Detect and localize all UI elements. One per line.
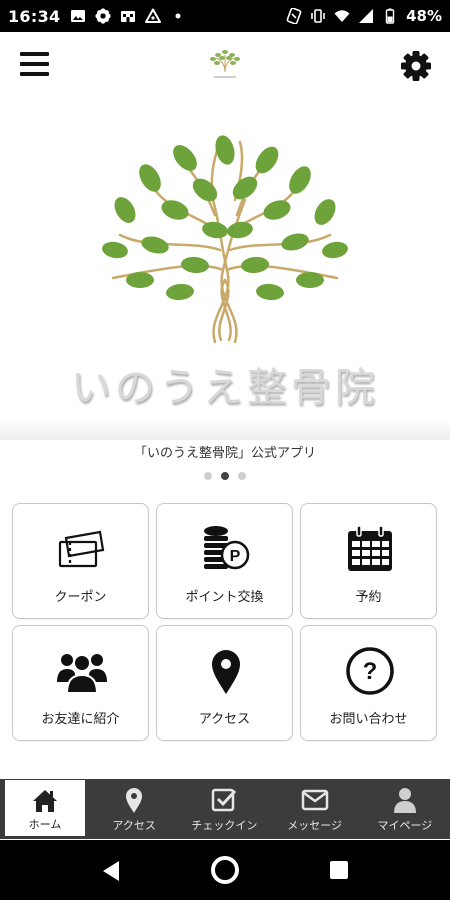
point-exchange-button[interactable]: P ポイント交換	[156, 503, 293, 619]
svg-text:?: ?	[363, 658, 378, 685]
svg-text:P: P	[230, 548, 241, 565]
gear-icon[interactable]	[400, 50, 432, 82]
app-subtitle: 「いのうえ整骨院」公式アプリ	[133, 446, 316, 461]
signal-icon	[359, 9, 374, 23]
nav-label: ホーム	[28, 818, 62, 831]
recent-apps-icon[interactable]	[330, 861, 348, 879]
nav-label: チェックイン	[191, 819, 258, 832]
access-button[interactable]: アクセス	[156, 625, 293, 741]
hero-banner: いのうえ整骨院	[0, 100, 450, 440]
back-icon[interactable]	[101, 860, 121, 882]
tile-label: アクセス	[198, 712, 251, 727]
carousel-indicator	[0, 472, 450, 480]
triangle-alert-icon	[145, 8, 162, 23]
system-nav-bar	[0, 840, 450, 900]
nav-checkin[interactable]: チェックイン	[179, 779, 269, 839]
coins-icon: P	[204, 526, 250, 570]
tile-label: ポイント交換	[185, 590, 264, 605]
flower-icon	[95, 8, 112, 24]
nav-message[interactable]: メッセージ	[270, 779, 360, 839]
status-time: 16:34	[8, 6, 61, 26]
map-pin-icon	[212, 650, 240, 694]
mail-icon	[301, 789, 328, 811]
refer-friend-button[interactable]: お友達に紹介	[12, 625, 149, 741]
hero-brand-name: いのうえ整骨院	[71, 365, 379, 411]
checkin-icon	[212, 788, 237, 812]
user-icon	[393, 788, 416, 813]
store-icon	[121, 11, 136, 22]
nav-label: メッセージ	[287, 819, 343, 832]
status-bar: 16:34 48%	[0, 0, 450, 32]
image-icon	[71, 10, 86, 22]
nav-home[interactable]: ホーム	[5, 780, 85, 836]
wifi-icon	[334, 10, 350, 22]
nav-label: マイページ	[377, 819, 433, 832]
battery-icon	[385, 8, 395, 24]
friends-icon	[57, 654, 107, 694]
reservation-button[interactable]: 予約	[300, 503, 437, 619]
app-header	[0, 32, 450, 100]
vibrate-icon	[311, 9, 325, 23]
nav-label: アクセス	[112, 819, 156, 832]
notification-icons	[70, 8, 186, 24]
home-icon	[33, 790, 57, 812]
tile-label: クーポン	[54, 590, 107, 605]
hamburger-menu-icon[interactable]	[20, 52, 50, 78]
coupon-button[interactable]: クーポン	[12, 503, 149, 619]
carousel-dot[interactable]	[238, 472, 246, 480]
hero-divider	[0, 420, 450, 440]
carousel-dot[interactable]	[204, 472, 212, 480]
map-pin-icon	[126, 788, 143, 813]
dot-icon	[175, 13, 181, 19]
contact-button[interactable]: ? お問い合わせ	[300, 625, 437, 741]
nav-mypage[interactable]: マイページ	[360, 779, 450, 839]
calendar-icon	[348, 525, 392, 571]
nav-access[interactable]: アクセス	[89, 779, 179, 839]
tile-label: お問い合わせ	[329, 712, 408, 727]
battery-percent: 48%	[406, 7, 442, 25]
tree-logo-icon	[210, 50, 240, 78]
nfc-icon	[286, 8, 302, 24]
bottom-nav: ホーム アクセス チェックイン メッセージ マイページ	[0, 779, 450, 839]
menu-grid: クーポン P ポイント交換 予約 お友達に紹介 アクセス ? お問い合わせ	[12, 503, 438, 741]
carousel-dot-active[interactable]	[221, 472, 229, 480]
ticket-icon	[58, 530, 105, 568]
tile-label: お友達に紹介	[41, 712, 120, 727]
system-status-icons: 48%	[286, 7, 442, 25]
tree-logo-icon	[102, 135, 348, 344]
tile-label: 予約	[355, 590, 382, 605]
home-circle-icon[interactable]	[211, 856, 239, 884]
question-icon: ?	[346, 647, 394, 695]
